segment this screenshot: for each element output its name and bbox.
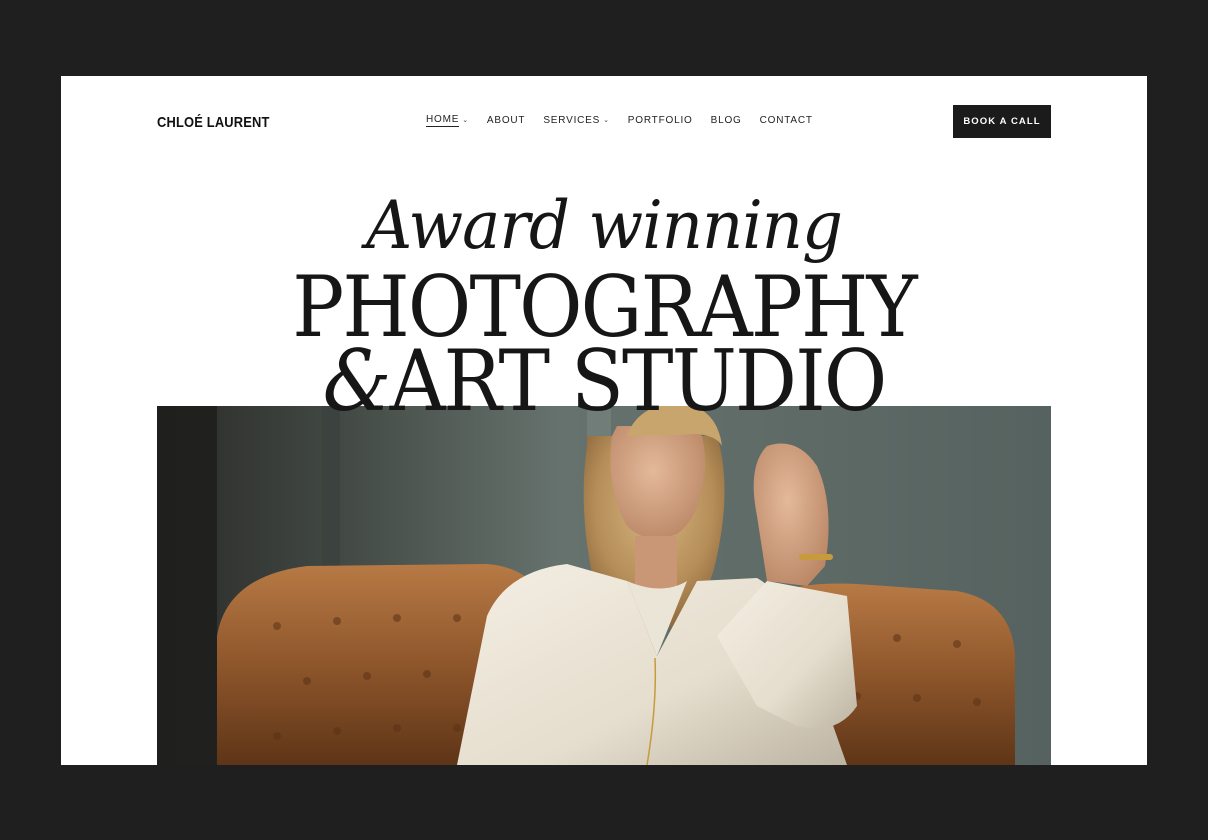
hero-heading-art-studio: ART STUDIO [389,332,888,430]
nav-item-home[interactable]: HOME ⌄ [426,114,469,127]
main-navigation: HOME ⌄ ABOUT SERVICES ⌄ PORTFOLIO BLOG C… [426,114,813,127]
nav-item-label: CONTACT [759,115,813,126]
hero-heading-ampersand: & [322,332,392,430]
nav-item-blog[interactable]: BLOG [711,115,742,126]
nav-item-label: PORTFOLIO [627,115,693,126]
nav-item-portfolio[interactable]: PORTFOLIO [628,115,693,126]
nav-item-contact[interactable]: CONTACT [760,115,813,126]
hero-photo [157,406,1051,765]
hero-heading-script: Award winning [365,187,843,264]
nav-item-label: HOME [426,114,460,127]
nav-item-label: BLOG [710,115,742,126]
book-a-call-button[interactable]: BOOK A CALL [953,105,1051,138]
website-page: CHLOÉ LAURENT HOME ⌄ ABOUT SERVICES ⌄ PO… [61,76,1147,765]
chevron-down-icon: ⌄ [603,117,610,124]
brand-logo[interactable]: CHLOÉ LAURENT [157,114,270,131]
chevron-down-icon: ⌄ [462,117,469,124]
nav-item-label: SERVICES [543,115,601,126]
hero-heading-studio: &ART STUDIO [104,338,1103,424]
hero-photo-illustration [157,406,1051,765]
nav-item-label: ABOUT [486,115,526,126]
nav-item-about[interactable]: ABOUT [487,115,525,126]
nav-item-services[interactable]: SERVICES ⌄ [543,115,609,126]
